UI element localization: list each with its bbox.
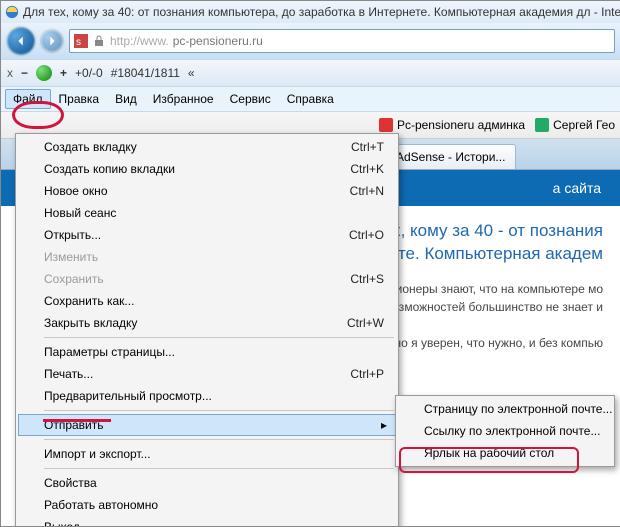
submenu-arrow-icon: ▸ (381, 418, 387, 432)
menu-item[interactable]: Параметры страницы... (18, 341, 396, 363)
menu-item[interactable]: Новый сеанс (18, 202, 396, 224)
menu-shortcut: Ctrl+W (347, 316, 384, 330)
zoom-text: +0/-0 (75, 66, 103, 80)
menu-item-label: Новый сеанс (44, 206, 116, 220)
bookmark-favicon-icon (379, 118, 393, 132)
close-toolbar-icon[interactable]: x (7, 66, 13, 80)
submenu-item[interactable]: Ссылку по электронной почте... (398, 420, 612, 442)
menu-item[interactable]: Импорт и экспорт... (18, 443, 396, 465)
menu-favorites[interactable]: Избранное (145, 89, 222, 109)
address-url: pc-pensioneru.ru (173, 34, 263, 48)
menu-shortcut: Ctrl+S (350, 272, 384, 286)
menu-shortcut: Ctrl+P (350, 367, 384, 381)
menu-item[interactable]: Печать... Ctrl+P (18, 363, 396, 385)
menu-item-label: Открыть... (44, 228, 101, 242)
bookmark-item[interactable]: Сергей Гео (535, 118, 615, 132)
menu-item-label: Закрыть вкладку (44, 316, 137, 330)
globe-icon (36, 65, 52, 81)
tab-label: AdSense - Истори... (396, 150, 505, 164)
menu-item-label: Отправить (44, 418, 104, 432)
menu-item-label: Сохранить (44, 272, 104, 286)
back-button[interactable] (7, 27, 35, 55)
menu-shortcut: Ctrl+O (349, 228, 384, 242)
menu-separator (44, 468, 394, 469)
menu-file[interactable]: Файл (5, 89, 51, 109)
send-submenu: Страницу по электронной почте... Ссылку п… (395, 395, 615, 467)
menu-separator (44, 337, 394, 338)
menu-item[interactable]: Предварительный просмотр... (18, 385, 396, 407)
menu-item-label: Печать... (44, 367, 93, 381)
menu-item-label: Предварительный просмотр... (44, 389, 212, 403)
submenu-item[interactable]: Ярлык на рабочий стол (398, 442, 612, 464)
menu-item-label: Изменить (44, 250, 98, 264)
menu-item-label: Работать автономно (44, 498, 158, 512)
menu-item-label: Параметры страницы... (44, 345, 175, 359)
menu-item[interactable]: Работать автономно (18, 494, 396, 516)
svg-text:s: s (76, 37, 81, 48)
menu-item-label: Создать вкладку (44, 140, 137, 154)
menu-shortcut: Ctrl+K (350, 162, 384, 176)
menu-item-label: Импорт и экспорт... (44, 447, 151, 461)
menu-item[interactable]: Создать вкладку Ctrl+T (18, 136, 396, 158)
menu-item[interactable]: Отправить ▸ (18, 414, 396, 436)
menu-tools[interactable]: Сервис (222, 89, 279, 109)
address-prefix: http://www. (110, 34, 169, 48)
menu-item: Изменить (18, 246, 396, 268)
menu-item[interactable]: Закрыть вкладку Ctrl+W (18, 312, 396, 334)
menu-item[interactable]: Создать копию вкладки Ctrl+K (18, 158, 396, 180)
menu-separator (44, 439, 394, 440)
nav-bar: s http://www. pc-pensioneru.ru (1, 23, 620, 59)
file-menu-dropdown: Создать вкладку Ctrl+T Создать копию вклад… (15, 133, 399, 527)
address-bar[interactable]: s http://www. pc-pensioneru.ru (69, 29, 615, 53)
menu-edit[interactable]: Правка (51, 89, 108, 109)
menu-item[interactable]: Новое окно Ctrl+N (18, 180, 396, 202)
zoom-bar: x − + +0/-0 #18041/1811 « (1, 59, 620, 87)
submenu-item-label: Ссылку по электронной почте... (424, 424, 600, 438)
menu-item-label: Выход (44, 520, 80, 527)
menu-item[interactable]: Открыть... Ctrl+O (18, 224, 396, 246)
menu-item-label: Свойства (44, 476, 97, 490)
bookmark-label: Pc-pensioneru админка (397, 118, 525, 132)
menu-item-label: Новое окно (44, 184, 108, 198)
menu-item[interactable]: Выход (18, 516, 396, 527)
menu-shortcut: Ctrl+T (351, 140, 384, 154)
zoom-in-button[interactable]: + (60, 66, 67, 80)
bookmark-label: Сергей Гео (553, 118, 615, 132)
bookmark-favicon-icon (535, 118, 549, 132)
zoom-dropdown-icon[interactable]: « (188, 66, 195, 80)
site-header-text: а сайта (553, 180, 601, 196)
counter-text: #18041/1811 (111, 66, 180, 80)
forward-button[interactable] (41, 30, 63, 52)
zoom-out-button[interactable]: − (21, 66, 28, 80)
ie-icon (5, 5, 19, 19)
menu-item-label: Сохранить как... (44, 294, 134, 308)
bookmark-item[interactable]: Pc-pensioneru админка (379, 118, 525, 132)
menu-item[interactable]: Свойства (18, 472, 396, 494)
menu-help[interactable]: Справка (279, 89, 342, 109)
menu-shortcut: Ctrl+N (350, 184, 384, 198)
site-favicon-icon: s (74, 34, 88, 48)
menu-view[interactable]: Вид (107, 89, 145, 109)
browser-tab[interactable]: AdSense - Истори... (385, 144, 516, 169)
title-bar: Для тех, кому за 40: от познания компьют… (1, 1, 620, 23)
submenu-item-label: Ярлык на рабочий стол (424, 446, 554, 460)
browser-window: Для тех, кому за 40: от познания компьют… (0, 0, 620, 527)
submenu-item[interactable]: Страницу по электронной почте... (398, 398, 612, 420)
menu-item: Сохранить Ctrl+S (18, 268, 396, 290)
submenu-item-label: Страницу по электронной почте... (424, 402, 612, 416)
window-title: Для тех, кому за 40: от познания компьют… (23, 5, 620, 19)
lock-icon (92, 34, 106, 48)
menu-bar: Файл Правка Вид Избранное Сервис Справка (1, 87, 620, 112)
menu-item[interactable]: Сохранить как... (18, 290, 396, 312)
menu-item-label: Создать копию вкладки (44, 162, 175, 176)
menu-separator (44, 410, 394, 411)
